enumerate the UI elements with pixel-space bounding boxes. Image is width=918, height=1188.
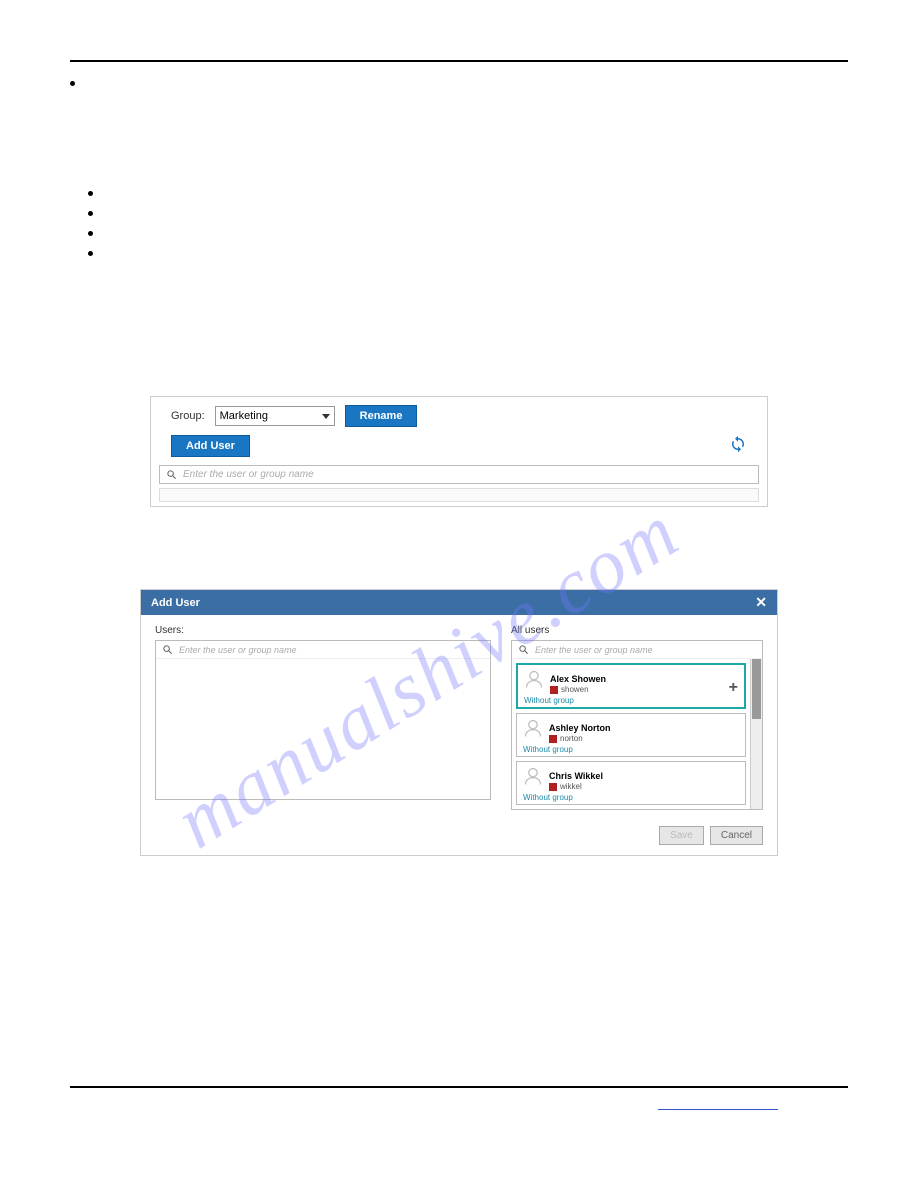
search-input-left[interactable]: Enter the user or group name <box>156 641 490 659</box>
selected-users-list: Enter the user or group name <box>155 640 491 800</box>
search-icon <box>166 469 177 480</box>
user-group: Without group <box>523 793 739 802</box>
user-handle: wikkel <box>560 782 582 791</box>
status-dot <box>550 686 558 694</box>
dialog-header: Add User ✕ <box>141 590 777 615</box>
search-input[interactable]: Enter the user or group name <box>159 465 759 484</box>
bullet-icon <box>88 231 93 236</box>
cancel-button[interactable]: Cancel <box>710 826 763 845</box>
user-group: Without group <box>524 696 738 705</box>
user-name: Chris Wikkel <box>549 771 603 781</box>
search-icon <box>162 644 173 655</box>
plus-icon[interactable]: + <box>729 679 738 697</box>
group-select[interactable]: Marketing <box>215 406 335 426</box>
chevron-down-icon <box>322 414 330 419</box>
status-dot <box>549 735 557 743</box>
top-rule <box>70 60 848 62</box>
refresh-icon[interactable] <box>729 435 747 458</box>
user-name: Alex Showen <box>550 674 606 684</box>
status-dot <box>549 783 557 791</box>
search-placeholder: Enter the user or group name <box>535 645 653 655</box>
user-card[interactable]: Ashley Nortonnorton Without group <box>516 713 746 757</box>
group-panel: Group: Marketing Rename Add User Enter t… <box>150 396 768 507</box>
avatar-icon <box>523 718 543 738</box>
all-users-list: Enter the user or group name Alex Showen… <box>511 640 763 810</box>
avatar-icon <box>524 669 544 689</box>
footer-link[interactable] <box>658 1109 778 1110</box>
avatar-icon <box>523 766 543 786</box>
users-label: Users: <box>155 625 491 636</box>
bullet-icon <box>70 81 75 86</box>
dialog-title: Add User <box>151 597 200 609</box>
scrollbar-thumb[interactable] <box>752 659 761 719</box>
allusers-label: All users <box>511 625 763 636</box>
scrollbar[interactable] <box>750 659 762 809</box>
close-icon[interactable]: ✕ <box>755 594 767 611</box>
user-name: Ashley Norton <box>549 723 611 733</box>
bullet-icon <box>88 211 93 216</box>
search-icon <box>518 644 529 655</box>
add-user-dialog: Add User ✕ Users: Enter the user or grou… <box>140 589 778 856</box>
empty-list-area <box>159 488 759 502</box>
bullet-icon <box>88 191 93 196</box>
save-button[interactable]: Save <box>659 826 704 845</box>
user-group: Without group <box>523 745 739 754</box>
user-handle: norton <box>560 734 583 743</box>
user-handle: showen <box>561 685 589 694</box>
user-card[interactable]: Alex Showenshowen Without group+ <box>516 663 746 709</box>
bottom-rule <box>70 1086 848 1088</box>
search-placeholder: Enter the user or group name <box>183 469 314 480</box>
add-user-button[interactable]: Add User <box>171 435 250 457</box>
bullet-icon <box>88 251 93 256</box>
search-input-right[interactable]: Enter the user or group name <box>512 641 762 659</box>
user-card[interactable]: Chris Wikkelwikkel Without group <box>516 761 746 805</box>
rename-button[interactable]: Rename <box>345 405 418 427</box>
group-label: Group: <box>171 410 205 422</box>
search-placeholder: Enter the user or group name <box>179 645 297 655</box>
group-select-value: Marketing <box>220 410 268 422</box>
